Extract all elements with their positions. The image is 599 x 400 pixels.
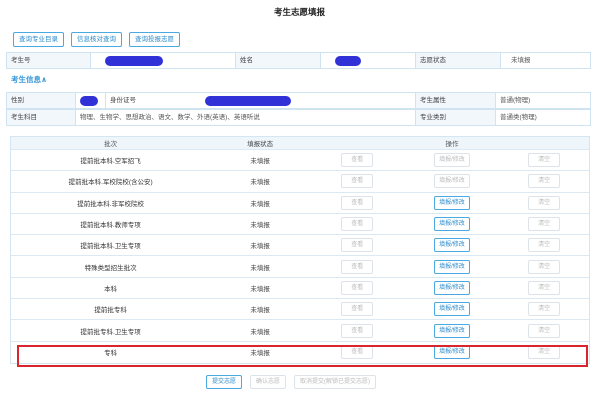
batch-name: 特殊类型招生批次 bbox=[84, 264, 137, 272]
submit-choices-button[interactable]: 提交志愿 bbox=[206, 375, 243, 389]
candidate-id-label: 考生号 bbox=[6, 52, 91, 69]
clear-button[interactable]: 清空 bbox=[528, 302, 561, 317]
fill-status: 未填报 bbox=[250, 200, 270, 208]
view-button[interactable]: 查看 bbox=[341, 280, 374, 295]
id-card-value bbox=[201, 92, 416, 109]
table-row: 提前批本科.教师专项 未填报 查看 填报/修改 清空 bbox=[11, 214, 589, 236]
clear-button[interactable]: 清空 bbox=[528, 174, 561, 189]
candidate-attr-label: 考生属性 bbox=[416, 92, 496, 109]
cancel-submission-button[interactable]: 取消提交(解锁已提交志愿) bbox=[294, 375, 377, 389]
gender-value bbox=[76, 92, 106, 109]
fill-modify-button[interactable]: 填报/修改 bbox=[434, 302, 470, 317]
redacted-id-card bbox=[205, 96, 291, 107]
view-button[interactable]: 查看 bbox=[341, 195, 374, 210]
status-column-header: 填报状态 bbox=[247, 141, 274, 148]
view-button[interactable]: 查看 bbox=[341, 238, 374, 253]
clear-button[interactable]: 清空 bbox=[528, 195, 561, 210]
fill-status: 未填报 bbox=[250, 328, 270, 336]
table-row: 提前批专科 未填报 查看 填报/修改 清空 bbox=[11, 299, 589, 321]
view-button[interactable]: 查看 bbox=[341, 153, 374, 168]
table-row: 提前批本科.军校院校(含公安) 未填报 查看 填报/修改 清空 bbox=[11, 171, 589, 193]
table-row: 本科 未填报 查看 填报/修改 清空 bbox=[11, 278, 589, 300]
id-card-label: 身份证号 bbox=[106, 92, 201, 109]
fill-status: 未填报 bbox=[250, 243, 270, 251]
top-button-group: 查询专业目录 信息核对查询 查询投报志愿 bbox=[13, 32, 180, 47]
fill-modify-button[interactable]: 填报/修改 bbox=[434, 174, 470, 189]
highlight-box bbox=[17, 345, 588, 367]
view-button[interactable]: 查看 bbox=[341, 217, 374, 232]
batch-name: 提前批本科.教师专项 bbox=[80, 222, 141, 230]
clear-button[interactable]: 清空 bbox=[528, 280, 561, 295]
candidate-info-row-3: 考生科目 物理、生物学、思想政治、语文、数学、外语(英语)、英语听说 专业类别 … bbox=[6, 109, 591, 126]
candidate-id-value bbox=[91, 52, 236, 69]
operation-column-header: 操作 bbox=[445, 141, 459, 148]
subjects-label: 考生科目 bbox=[6, 109, 76, 126]
query-submitted-choices-button[interactable]: 查询投报志愿 bbox=[129, 32, 180, 47]
major-category-value: 普通类(物理) bbox=[496, 109, 591, 126]
clear-button[interactable]: 清空 bbox=[528, 323, 561, 338]
bottom-button-group: 提交志愿 确认志愿 取消提交(解锁已提交志愿) bbox=[206, 375, 377, 389]
batch-name: 提前批本科.非军校院校 bbox=[77, 200, 145, 208]
fill-status: 未填报 bbox=[250, 285, 270, 293]
view-button[interactable]: 查看 bbox=[341, 259, 374, 274]
fill-status: 未填报 bbox=[250, 222, 270, 230]
table-row: 提前批本科.空军招飞 未填报 查看 填报/修改 清空 bbox=[11, 150, 589, 172]
batch-name: 本科 bbox=[104, 285, 118, 293]
fill-modify-button[interactable]: 填报/修改 bbox=[434, 280, 470, 295]
major-category-label: 专业类别 bbox=[416, 109, 496, 126]
gender-label: 性别 bbox=[6, 92, 76, 109]
fill-modify-button[interactable]: 填报/修改 bbox=[434, 195, 470, 210]
clear-button[interactable]: 清空 bbox=[528, 217, 561, 232]
fill-status: 未填报 bbox=[250, 264, 270, 272]
fill-modify-button[interactable]: 填报/修改 bbox=[434, 153, 470, 168]
name-value bbox=[321, 52, 416, 69]
table-row: 提前批本科.非军校院校 未填报 查看 填报/修改 清空 bbox=[11, 193, 589, 214]
batch-name: 提前批专科.卫生专项 bbox=[80, 328, 141, 336]
table-row: 提前批专科.卫生专项 未填报 查看 填报/修改 清空 bbox=[11, 320, 589, 342]
fill-status: 未填报 bbox=[250, 179, 270, 187]
fill-modify-button[interactable]: 填报/修改 bbox=[434, 238, 470, 253]
page-title: 考生志愿填报 bbox=[273, 7, 325, 17]
redacted-candidate-id bbox=[105, 56, 163, 67]
clear-button[interactable]: 清空 bbox=[528, 153, 561, 168]
confirm-choices-button[interactable]: 确认志愿 bbox=[250, 375, 287, 389]
batch-table: 批次 填报状态 操作 提前批本科.空军招飞 未填报 查看 填报/修改 清空 提前批本科.军… bbox=[10, 136, 590, 364]
redacted-gender bbox=[80, 96, 98, 107]
redacted-name bbox=[335, 56, 361, 67]
table-row: 提前批本科.卫生专项 未填报 查看 填报/修改 清空 bbox=[11, 235, 589, 257]
info-verify-query-button[interactable]: 信息核对查询 bbox=[71, 32, 122, 47]
fill-modify-button[interactable]: 填报/修改 bbox=[434, 259, 470, 274]
candidate-info-row-2: 性别 身份证号 考生属性 普通(物理) bbox=[6, 92, 591, 109]
name-label: 姓名 bbox=[236, 52, 321, 69]
batch-name: 提前批本科.军校院校(含公安) bbox=[68, 179, 153, 187]
batch-column-header: 批次 bbox=[104, 141, 118, 148]
clear-button[interactable]: 清空 bbox=[528, 259, 561, 274]
candidate-attr-value: 普通(物理) bbox=[496, 92, 591, 109]
subjects-value: 物理、生物学、思想政治、语文、数学、外语(英语)、英语听说 bbox=[76, 109, 416, 126]
fill-modify-button[interactable]: 填报/修改 bbox=[434, 217, 470, 232]
fill-status: 未填报 bbox=[250, 158, 270, 166]
fill-status: 未填报 bbox=[250, 307, 270, 315]
candidate-info-section-toggle[interactable]: 考生信息∧ bbox=[11, 74, 47, 85]
candidate-info-row-1: 考生号 姓名 志愿状态 未填报 bbox=[6, 52, 591, 69]
view-button[interactable]: 查看 bbox=[341, 174, 374, 189]
table-header: 批次 填报状态 操作 bbox=[11, 137, 589, 150]
clear-button[interactable]: 清空 bbox=[528, 238, 561, 253]
view-button[interactable]: 查看 bbox=[341, 302, 374, 317]
view-button[interactable]: 查看 bbox=[341, 323, 374, 338]
table-row: 特殊类型招生批次 未填报 查看 填报/修改 清空 bbox=[11, 256, 589, 278]
choice-status-label: 志愿状态 bbox=[416, 52, 501, 69]
batch-name: 提前批专科 bbox=[94, 307, 127, 315]
batch-name: 提前批本科.空军招飞 bbox=[80, 158, 141, 166]
fill-modify-button[interactable]: 填报/修改 bbox=[434, 323, 470, 338]
choice-status-value: 未填报 bbox=[501, 52, 591, 69]
batch-name: 提前批本科.卫生专项 bbox=[80, 243, 141, 251]
query-major-catalog-button[interactable]: 查询专业目录 bbox=[13, 32, 64, 47]
